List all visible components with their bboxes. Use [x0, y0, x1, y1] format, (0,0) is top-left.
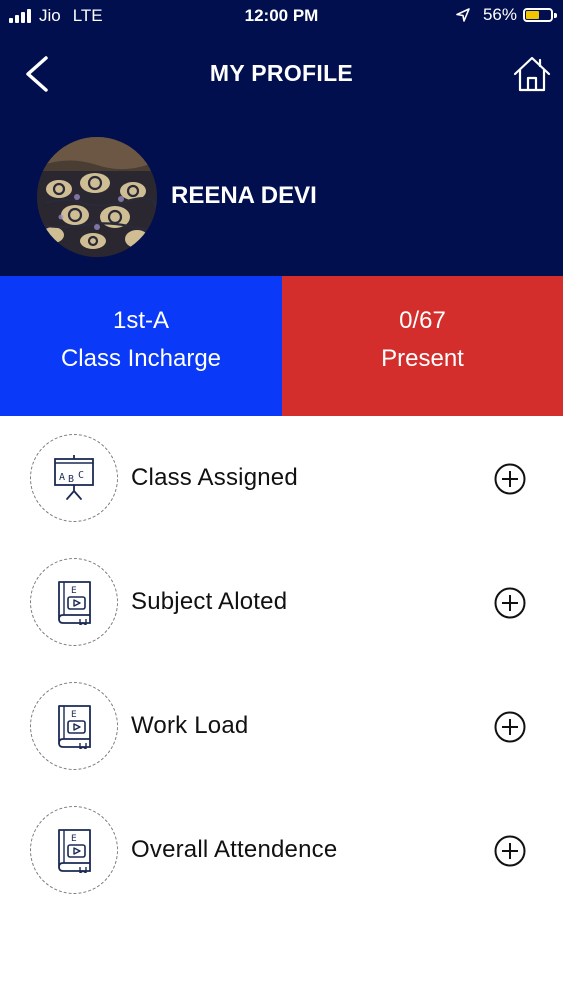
profile-menu-list: A B C Class Assigned E Subject Aloted E …: [0, 416, 563, 912]
svg-text:E: E: [71, 586, 77, 596]
status-bar: Jio LTE 12:00 PM 56%: [0, 0, 563, 34]
battery-nub: [554, 13, 557, 18]
class-incharge-tile[interactable]: 1st-A Class Incharge: [0, 276, 282, 416]
profile-header: Jio LTE 12:00 PM 56% MY PROFILE REENA DE…: [0, 0, 563, 276]
status-right: 56%: [455, 5, 557, 25]
present-value: 0/67: [399, 307, 446, 334]
present-label: Present: [381, 345, 464, 372]
menu-item-class-assigned[interactable]: A B C Class Assigned: [0, 416, 563, 540]
menu-item-overall-attendence[interactable]: E Overall Attendence: [0, 788, 563, 912]
menu-item-label: Overall Attendence: [131, 836, 338, 863]
svg-text:B: B: [68, 474, 74, 485]
expand-plus-icon[interactable]: [494, 463, 526, 495]
battery-percent: 56%: [482, 5, 517, 24]
svg-text:C: C: [78, 470, 84, 481]
ebook-icon: E: [30, 806, 118, 894]
svg-text:A: A: [59, 472, 65, 483]
class-value: 1st-A: [112, 307, 169, 334]
class-label: Class Incharge: [60, 345, 222, 372]
avatar-photo: [37, 137, 157, 257]
stats-bar: 1st-A Class Incharge 0/67 Present: [0, 276, 563, 416]
abc-board-icon: A B C: [30, 434, 118, 522]
page-title: MY PROFILE: [209, 60, 354, 86]
expand-plus-icon[interactable]: [494, 835, 526, 867]
menu-item-work-load[interactable]: E Work Load: [0, 664, 563, 788]
ebook-icon: E: [30, 682, 118, 770]
battery-fill: [526, 11, 539, 19]
menu-item-label: Subject Aloted: [131, 588, 288, 615]
home-button[interactable]: [511, 52, 553, 96]
menu-item-label: Work Load: [131, 712, 249, 739]
menu-item-subject-aloted[interactable]: E Subject Aloted: [0, 540, 563, 664]
expand-plus-icon[interactable]: [494, 711, 526, 743]
menu-item-label: Class Assigned: [131, 464, 298, 491]
battery-icon: [523, 8, 557, 22]
location-arrow-icon: [455, 7, 471, 23]
avatar[interactable]: [37, 137, 157, 257]
expand-plus-icon[interactable]: [494, 587, 526, 619]
profile-name: REENA DEVI: [171, 182, 317, 209]
home-icon: [513, 56, 551, 92]
svg-text:E: E: [71, 710, 77, 720]
svg-text:E: E: [71, 834, 77, 844]
present-tile[interactable]: 0/67 Present: [282, 276, 563, 416]
ebook-icon: E: [30, 558, 118, 646]
